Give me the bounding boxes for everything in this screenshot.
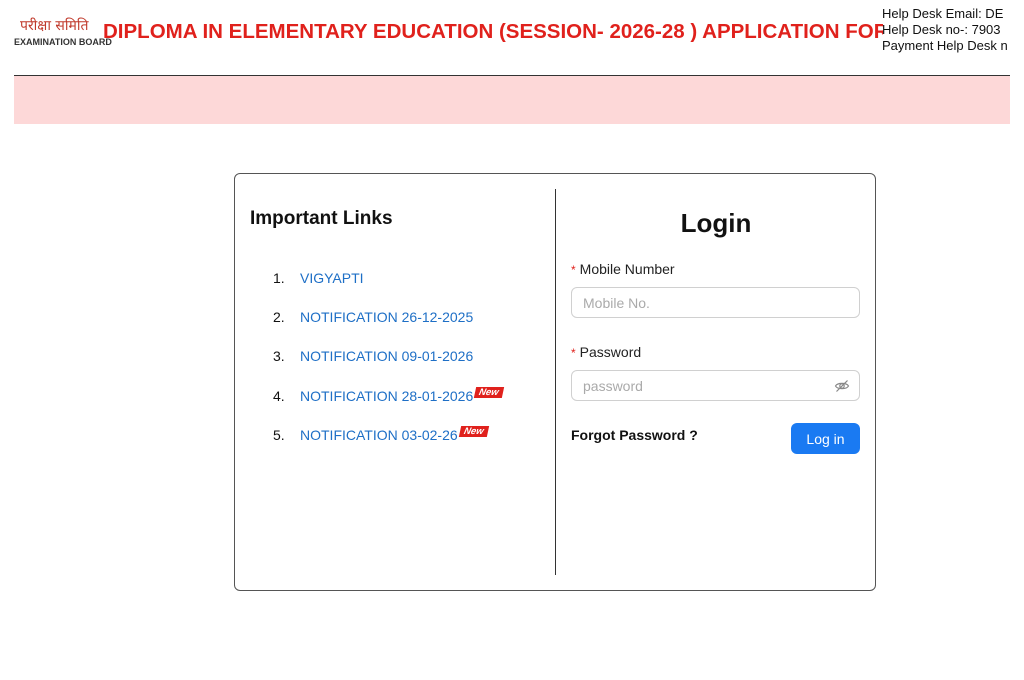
login-card: Important Links 1. VIGYAPTI 2. NOTIFICAT…: [234, 173, 876, 591]
list-item-number: 3.: [273, 348, 285, 365]
helpdesk-email: Help Desk Email: DE: [882, 6, 1004, 21]
list-item-number: 2.: [273, 308, 285, 325]
helpdesk-phone: Help Desk no-: 7903: [882, 22, 1001, 37]
list-item-number: 5.: [273, 426, 285, 443]
link-notification-03-02-26[interactable]: NOTIFICATION 03-02-26: [300, 427, 458, 443]
board-logo: परीक्षा समिति EXAMINATION BOARD: [0, 18, 112, 48]
list-item-number: 4.: [273, 387, 285, 404]
login-title: Login: [680, 208, 752, 238]
required-mark: *: [571, 346, 576, 360]
password-input[interactable]: [571, 370, 860, 401]
link-vigyapti[interactable]: VIGYAPTI: [300, 270, 364, 286]
list-item-number: 1.: [273, 269, 285, 286]
logo-hindi-text: परीक्षा समिति: [20, 18, 89, 34]
forgot-password-link[interactable]: Forgot Password ?: [571, 427, 698, 443]
list-item: 1. VIGYAPTI: [250, 258, 540, 297]
mobile-number-input[interactable]: [571, 287, 860, 318]
new-badge: New: [458, 426, 489, 438]
password-label: * Password: [571, 344, 641, 360]
list-item: 3. NOTIFICATION 09-01-2026: [250, 337, 540, 376]
list-item: 4. NOTIFICATION 28-01-2026 New: [250, 376, 540, 415]
important-links-panel: Important Links 1. VIGYAPTI 2. NOTIFICAT…: [250, 208, 540, 454]
helpdesk-payment: Payment Help Desk n: [882, 38, 1008, 53]
important-links-list: 1. VIGYAPTI 2. NOTIFICATION 26-12-2025 3…: [250, 258, 540, 454]
mobile-number-label-text: Mobile Number: [579, 261, 675, 277]
mobile-number-label: * Mobile Number: [571, 261, 675, 277]
list-item: 5. NOTIFICATION 03-02-26 New: [250, 415, 540, 454]
link-notification-26-12-2025[interactable]: NOTIFICATION 26-12-2025: [300, 309, 473, 325]
helpdesk-info: Help Desk Email: DE Help Desk no-: 7903 …: [882, 6, 1024, 54]
link-notification-28-01-2026[interactable]: NOTIFICATION 28-01-2026: [300, 388, 473, 404]
list-item: 2. NOTIFICATION 26-12-2025: [250, 297, 540, 336]
logo-english-text: EXAMINATION BOARD: [14, 37, 112, 47]
panel-divider: [555, 189, 556, 575]
header: परीक्षा समिति EXAMINATION BOARD DIPLOMA …: [0, 0, 1024, 76]
required-mark: *: [571, 263, 576, 277]
password-label-text: Password: [579, 344, 642, 360]
page-title: DIPLOMA IN ELEMENTARY EDUCATION (SESSION…: [103, 20, 883, 43]
eye-invisible-icon[interactable]: [834, 378, 850, 394]
new-badge: New: [474, 387, 504, 399]
password-field: [571, 370, 860, 401]
link-notification-09-01-2026[interactable]: NOTIFICATION 09-01-2026: [300, 348, 473, 364]
notice-banner: [14, 76, 1010, 124]
login-button[interactable]: Log in: [791, 423, 860, 454]
important-links-title: Important Links: [250, 208, 393, 229]
